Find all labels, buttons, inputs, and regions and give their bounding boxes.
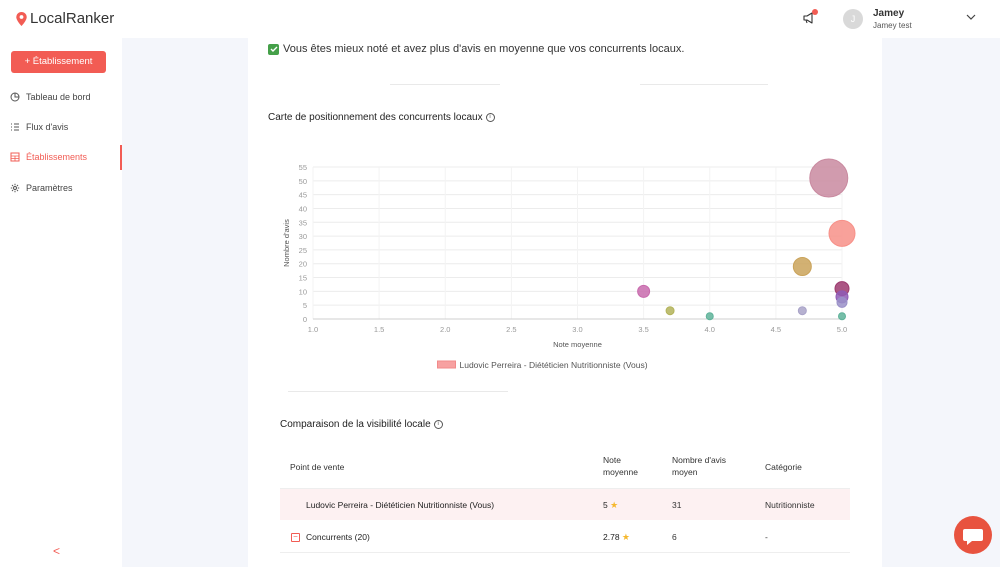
active-indicator — [120, 145, 122, 170]
main-content-card: Vous êtes mieux noté et avez plus d'avis… — [248, 38, 882, 567]
sidebar: + Établissement Tableau de bord Flux d'a… — [0, 38, 122, 567]
table-cell-name[interactable]: Concurrents (20) — [306, 532, 370, 542]
y-tick-label: 40 — [299, 204, 307, 213]
section-title-text: Comparaison de la visibilité locale — [280, 419, 431, 430]
x-tick-label: 1.0 — [308, 325, 318, 334]
brand-name-part1: Local — [30, 10, 66, 27]
header-line: Nombre d'avis — [672, 455, 727, 465]
list-icon — [11, 123, 19, 131]
header-line: moyenne — [603, 467, 638, 477]
chevron-down-icon[interactable] — [966, 13, 976, 21]
sidebar-item-label: Paramètres — [26, 183, 73, 193]
legend-swatch — [437, 360, 456, 369]
data-point — [838, 312, 846, 321]
info-icon[interactable]: i — [433, 420, 443, 429]
x-tick-label: 1.5 — [374, 325, 384, 334]
y-tick-label: 35 — [299, 218, 307, 227]
brand-name-part2: Ranker — [65, 10, 115, 27]
table-cell-reviews: 6 — [672, 532, 677, 542]
rating-value: 2.78 — [603, 532, 620, 542]
user-name[interactable]: Jamey — [873, 8, 904, 19]
table-cell-category: - — [765, 532, 768, 542]
building-icon — [10, 152, 20, 162]
dashboard-icon — [10, 92, 20, 102]
collapse-row-icon[interactable]: − — [291, 533, 300, 542]
sidebar-item-label: Flux d'avis — [26, 122, 69, 132]
table-cell-category: Nutritionniste — [765, 500, 815, 510]
x-tick-label: 2.0 — [440, 325, 450, 334]
data-point — [836, 296, 848, 308]
data-point — [637, 284, 651, 298]
header-line: moyen — [672, 467, 698, 477]
y-tick-label: 25 — [299, 246, 307, 255]
table-cell-name: Ludovic Perreira - Diététicien Nutrition… — [306, 500, 495, 510]
sidebar-item-reviews-feed[interactable]: Flux d'avis — [10, 120, 68, 134]
y-tick-label: 20 — [299, 260, 307, 269]
y-tick-label: 30 — [299, 232, 307, 241]
app-logo[interactable]: Local Ranker — [16, 10, 114, 27]
star-icon: ★ — [610, 500, 619, 510]
sidebar-item-establishments[interactable]: Établissements — [10, 150, 87, 164]
y-tick-label: 55 — [299, 163, 307, 172]
x-axis-label: Note moyenne — [553, 340, 602, 349]
chat-button[interactable] — [954, 516, 992, 554]
column-header-category[interactable]: Catégorie — [765, 461, 802, 473]
notification-dot — [812, 9, 818, 15]
table-cell-rating: 5 ★ — [603, 500, 618, 511]
sidebar-item-dashboard[interactable]: Tableau de bord — [10, 90, 91, 104]
x-tick-label: 3.0 — [572, 325, 582, 334]
data-point — [809, 158, 849, 198]
sidebar-item-label: Établissements — [26, 152, 88, 162]
table-cell-reviews: 31 — [672, 500, 682, 510]
data-point — [792, 256, 812, 276]
header-line: Note — [603, 455, 621, 465]
chat-bubble-icon — [963, 529, 983, 545]
x-tick-label: 5.0 — [837, 325, 847, 334]
data-point — [797, 306, 807, 316]
data-point — [705, 312, 714, 321]
x-tick-label: 2.5 — [506, 325, 516, 334]
y-tick-label: 15 — [299, 274, 307, 283]
column-header-point-of-sale[interactable]: Point de vente — [290, 461, 344, 473]
collapse-sidebar-icon[interactable]: < — [53, 544, 60, 558]
gear-icon — [10, 183, 20, 193]
map-pin-icon — [16, 11, 27, 26]
table-cell-rating: 2.78 ★ — [603, 532, 630, 543]
x-tick-label: 4.0 — [705, 325, 715, 334]
sidebar-item-label: Tableau de bord — [26, 92, 91, 102]
data-point — [665, 306, 675, 316]
column-header-avg-reviews[interactable]: Nombre d'avis moyen — [672, 454, 726, 478]
row-separator — [280, 552, 850, 553]
visibility-comparison-title: Comparaison de la visibilité locale i — [280, 419, 443, 430]
sidebar-item-settings[interactable]: Paramètres — [10, 181, 73, 195]
column-header-avg-rating[interactable]: Note moyenne — [603, 454, 638, 478]
y-tick-label: 0 — [303, 315, 307, 324]
user-account-label: Jamey test — [873, 21, 912, 30]
positioning-scatter-chart: 0 5 10 15 20 25 30 35 40 45 50 55 1.0 1.5 2.0 2.5 3.0 3.5… — [282, 158, 856, 370]
y-tick-label: 10 — [299, 287, 307, 296]
y-axis-label: Nombre d'avis — [282, 219, 291, 267]
legend-label: Ludovic Perreira - Diététicien Nutrition… — [460, 360, 648, 370]
top-header: Local Ranker J Jamey Jamey test — [0, 0, 1000, 38]
add-establishment-button[interactable]: + Établissement — [11, 51, 106, 73]
divider — [288, 391, 508, 392]
rating-value: 5 — [603, 500, 608, 510]
y-tick-label: 5 — [303, 301, 307, 310]
y-tick-label: 45 — [299, 191, 307, 200]
y-tick-label: 50 — [299, 177, 307, 186]
x-tick-label: 4.5 — [771, 325, 781, 334]
user-avatar[interactable]: J — [843, 9, 863, 29]
star-icon: ★ — [621, 532, 630, 542]
data-point — [828, 219, 856, 247]
x-tick-label: 3.5 — [638, 325, 648, 334]
